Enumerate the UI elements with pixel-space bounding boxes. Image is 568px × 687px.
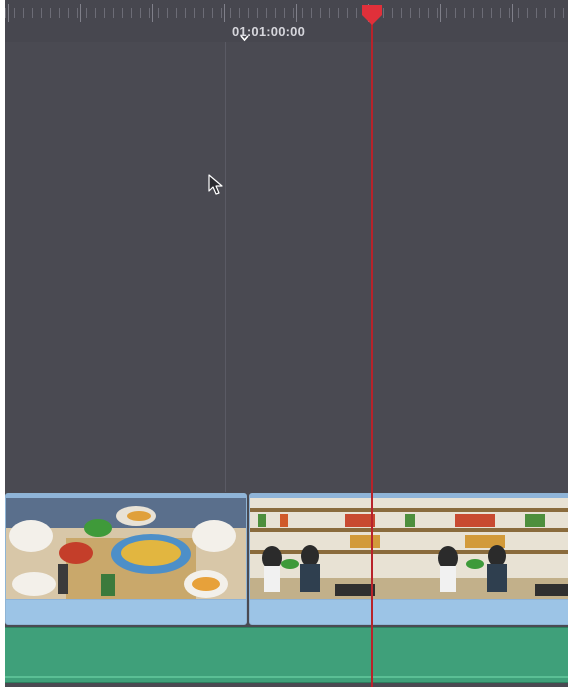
clip-waveform-strip [250, 600, 568, 624]
playhead-handle-icon[interactable] [360, 4, 384, 26]
video-clip-kitchen-cooking[interactable] [249, 493, 568, 625]
timeline-ruler[interactable]: 01:01:00:00 [5, 0, 568, 42]
mouse-pointer-icon [208, 174, 223, 195]
ruler-major-ticks [5, 0, 568, 24]
timeline-gridline [225, 42, 226, 492]
audio-clip-track[interactable] [5, 627, 568, 683]
clip-waveform-strip [6, 600, 246, 624]
playhead-line[interactable] [371, 14, 373, 687]
audio-waveform [5, 676, 568, 678]
food-thumbnail-image [6, 498, 246, 599]
kitchen-thumbnail-image [250, 498, 568, 599]
video-clip-food-table[interactable] [5, 493, 247, 625]
video-track[interactable] [5, 493, 568, 625]
timeline-panel[interactable]: 01:01:00:00 [5, 0, 568, 687]
chevron-down-icon [240, 35, 249, 42]
